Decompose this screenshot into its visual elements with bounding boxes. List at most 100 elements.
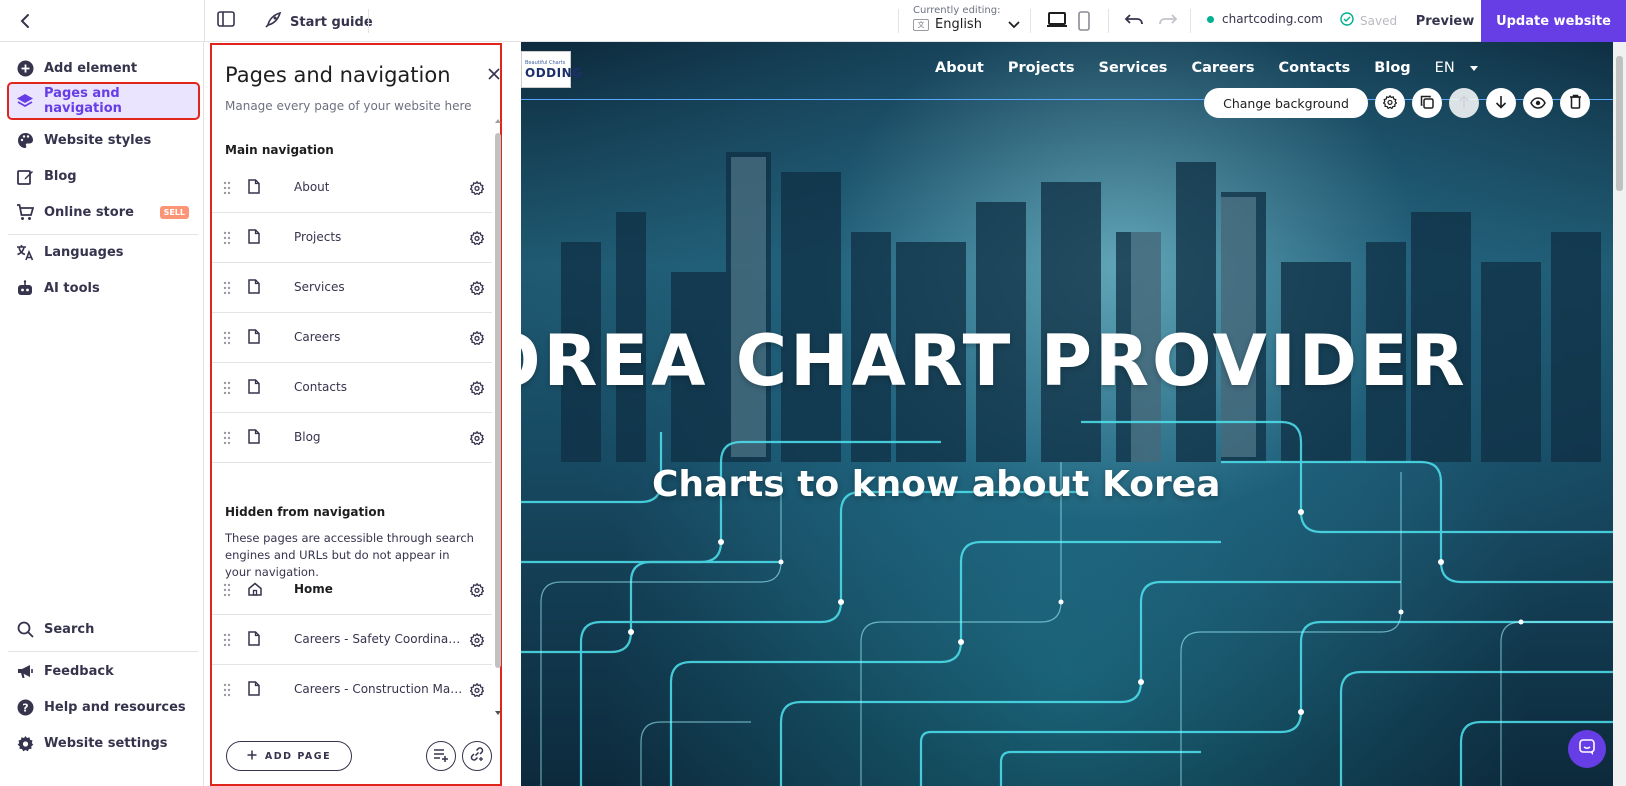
- add-link-button[interactable]: [462, 741, 492, 771]
- sidebar-item-label: Search: [44, 621, 95, 637]
- sidebar-item-label: Online store: [44, 204, 134, 220]
- move-up-button[interactable]: [1449, 88, 1479, 118]
- start-guide-button[interactable]: Start guide: [264, 11, 373, 33]
- edit-icon: [16, 167, 34, 185]
- drag-handle-icon[interactable]: [223, 230, 231, 249]
- site-logo[interactable]: Beautiful Charts ODDING: [521, 51, 582, 88]
- site-nav-blog[interactable]: Blog: [1374, 60, 1410, 76]
- page-row[interactable]: Contacts: [212, 363, 492, 413]
- page-settings-gear-icon[interactable]: [469, 180, 485, 199]
- site-nav-careers[interactable]: Careers: [1191, 60, 1254, 76]
- site-nav-projects[interactable]: Projects: [1008, 60, 1075, 76]
- divider: [1108, 9, 1109, 33]
- chevron-down-icon[interactable]: [1008, 14, 1020, 33]
- chat-support-button[interactable]: [1568, 730, 1606, 768]
- page-icon: [248, 179, 260, 198]
- start-guide-label: Start guide: [290, 14, 373, 30]
- home-icon: [248, 581, 262, 600]
- drag-handle-icon[interactable]: [223, 280, 231, 299]
- move-down-button[interactable]: [1486, 88, 1516, 118]
- website-canvas[interactable]: Beautiful Charts ODDING About Projects S…: [521, 42, 1613, 786]
- domain-link[interactable]: chartcoding.com: [1207, 12, 1323, 26]
- sidebar-item-label: Feedback: [44, 663, 114, 679]
- hero-title[interactable]: OREA CHART PROVIDER: [521, 320, 1613, 402]
- page-settings-gear-icon[interactable]: [469, 682, 485, 701]
- section-settings-button[interactable]: [1375, 88, 1405, 118]
- sidebar-item-online-store[interactable]: Online store SELL: [8, 194, 199, 230]
- panel-subtitle: Manage every page of your website here: [225, 99, 472, 113]
- saved-status: Saved: [1340, 12, 1397, 29]
- site-language-selector[interactable]: EN: [1435, 60, 1479, 76]
- sidebar-item-website-settings[interactable]: Website settings: [8, 725, 199, 761]
- sidebar-toggle-icon[interactable]: [217, 11, 239, 31]
- page-settings-gear-icon[interactable]: [469, 430, 485, 449]
- page-row[interactable]: Careers: [212, 313, 492, 363]
- duplicate-section-button[interactable]: [1412, 88, 1442, 118]
- language-selector[interactable]: Currently editing: 文 English: [913, 5, 1000, 32]
- page-row[interactable]: Careers - Safety Coordinator: [212, 615, 492, 665]
- sidebar-item-search[interactable]: Search: [8, 611, 199, 647]
- page-row[interactable]: Careers - Construction Mana...: [212, 665, 492, 715]
- page-settings-gear-icon[interactable]: [469, 632, 485, 651]
- page-row[interactable]: Projects: [212, 213, 492, 263]
- divider: [204, 0, 205, 42]
- page-settings-gear-icon[interactable]: [469, 582, 485, 601]
- back-arrow-icon[interactable]: [14, 10, 36, 32]
- copy-icon: [1420, 94, 1434, 113]
- sidebar-item-help-and-resources[interactable]: ? Help and resources: [8, 689, 199, 725]
- sidebar-item-ai-tools[interactable]: AI tools: [8, 270, 199, 306]
- drag-handle-icon[interactable]: [223, 380, 231, 399]
- site-nav-services[interactable]: Services: [1099, 60, 1168, 76]
- page-label: About: [294, 180, 330, 194]
- change-background-button[interactable]: Change background: [1204, 88, 1368, 118]
- update-website-button[interactable]: Update website: [1481, 0, 1626, 42]
- sidebar-item-add-element[interactable]: Add element: [8, 50, 199, 86]
- sidebar-item-feedback[interactable]: Feedback: [8, 653, 199, 689]
- add-page-button[interactable]: ADD PAGE: [226, 741, 352, 771]
- page-settings-gear-icon[interactable]: [469, 330, 485, 349]
- drag-handle-icon[interactable]: [223, 330, 231, 349]
- drag-handle-icon[interactable]: [223, 632, 231, 651]
- sidebar-item-blog[interactable]: Blog: [8, 158, 199, 194]
- pages-panel: Pages and navigation Manage every page o…: [210, 43, 502, 786]
- preview-button[interactable]: Preview: [1405, 0, 1485, 42]
- site-nav-about[interactable]: About: [935, 60, 984, 76]
- panel-title: Pages and navigation: [225, 63, 451, 87]
- help-icon: ?: [16, 698, 34, 716]
- search-icon: [16, 620, 34, 638]
- hide-section-button[interactable]: [1523, 88, 1553, 118]
- delete-section-button[interactable]: [1560, 88, 1590, 118]
- top-bar: Start guide Currently editing: 文 English…: [0, 0, 1626, 42]
- redo-icon[interactable]: [1158, 12, 1178, 32]
- panel-scrollbar[interactable]: [494, 117, 502, 717]
- page-icon: [248, 681, 260, 700]
- editing-language: English: [935, 17, 982, 32]
- gear-icon: [16, 734, 34, 752]
- page-row[interactable]: Home: [212, 565, 492, 615]
- sidebar-item-pages-and-navigation[interactable]: Pages and navigation: [7, 82, 200, 120]
- page-settings-gear-icon[interactable]: [469, 280, 485, 299]
- scrollbar-thumb[interactable]: [495, 133, 501, 668]
- undo-icon[interactable]: [1124, 12, 1144, 32]
- drag-handle-icon[interactable]: [223, 180, 231, 199]
- hero-subtitle[interactable]: Charts to know about Korea: [652, 464, 1220, 505]
- page-settings-gear-icon[interactable]: [469, 230, 485, 249]
- link-icon: [469, 746, 485, 766]
- page-row[interactable]: About: [212, 163, 492, 213]
- drag-handle-icon[interactable]: [223, 682, 231, 701]
- page-scrollbar[interactable]: [1613, 42, 1626, 786]
- desktop-view-icon[interactable]: [1046, 12, 1068, 32]
- close-icon[interactable]: [488, 65, 502, 80]
- page-row[interactable]: Services: [212, 263, 492, 313]
- divider: [1030, 9, 1031, 33]
- site-nav-contacts[interactable]: Contacts: [1278, 60, 1350, 76]
- drag-handle-icon[interactable]: [223, 430, 231, 449]
- drag-handle-icon[interactable]: [223, 582, 231, 601]
- sidebar-item-website-styles[interactable]: Website styles: [8, 122, 199, 158]
- page-settings-gear-icon[interactable]: [469, 380, 485, 399]
- sidebar-item-languages[interactable]: Languages: [8, 234, 199, 270]
- page-row[interactable]: Blog: [212, 413, 492, 463]
- scrollbar-thumb[interactable]: [1616, 56, 1623, 191]
- add-list-button[interactable]: [426, 741, 456, 771]
- mobile-view-icon[interactable]: [1078, 11, 1090, 35]
